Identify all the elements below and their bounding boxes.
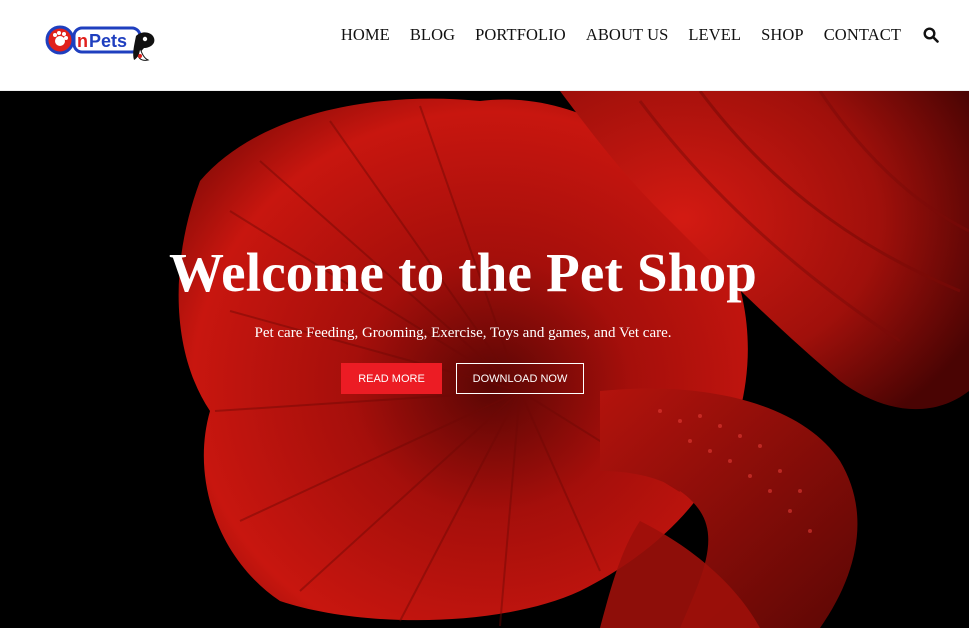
nav-portfolio[interactable]: PORTFOLIO xyxy=(475,25,566,45)
nav-contact[interactable]: CONTACT xyxy=(824,25,901,45)
search-icon[interactable] xyxy=(923,27,939,43)
nav-blog[interactable]: BLOG xyxy=(410,25,455,45)
site-logo[interactable]: n Pets xyxy=(44,24,160,68)
betta-fish-image xyxy=(0,91,969,628)
read-more-button[interactable]: READ MORE xyxy=(341,363,442,394)
onpets-logo-image: n Pets xyxy=(45,25,155,61)
svg-text:n: n xyxy=(77,31,88,51)
download-now-button[interactable]: DOWNLOAD NOW xyxy=(456,363,584,394)
svg-text:Pets: Pets xyxy=(89,31,127,51)
hero-banner: Welcome to the Pet Shop Pet care Feeding… xyxy=(0,91,969,628)
nav-shop[interactable]: SHOP xyxy=(761,25,804,45)
nav-about-us[interactable]: ABOUT US xyxy=(586,25,669,45)
hero-title: Welcome to the Pet Shop xyxy=(168,242,758,303)
nav-home[interactable]: HOME xyxy=(341,25,390,45)
hero-subtitle: Pet care Feeding, Grooming, Exercise, To… xyxy=(254,325,672,341)
nav-level[interactable]: LEVEL xyxy=(688,25,741,45)
site-header: n Pets HOME BLOG PORTFOLIO ABOUT US LEVE… xyxy=(0,0,969,91)
main-nav: HOME BLOG PORTFOLIO ABOUT US LEVEL SHOP … xyxy=(341,24,939,46)
